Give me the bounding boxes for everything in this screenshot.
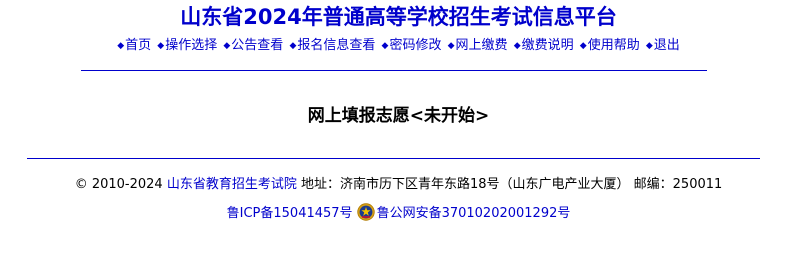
nav-registration-info[interactable]: ◆报名信息查看	[289, 38, 375, 53]
copyright-text: © 2010-2024	[74, 177, 167, 192]
diamond-bullet-icon: ◆	[381, 41, 389, 51]
nav-online-payment[interactable]: ◆网上缴费	[448, 38, 508, 53]
icp-link[interactable]: 鲁ICP备15041457号	[227, 206, 353, 221]
nav-operation-select[interactable]: ◆操作选择	[157, 38, 217, 53]
nav-announcements[interactable]: ◆公告查看	[223, 38, 283, 53]
diamond-bullet-icon: ◆	[447, 41, 455, 51]
diamond-bullet-icon: ◆	[513, 41, 521, 51]
header-divider	[81, 70, 707, 71]
top-nav: ◆首页 ◆操作选择 ◆公告查看 ◆报名信息查看 ◆密码修改 ◆网上缴费 ◆缴费说…	[0, 37, 797, 55]
nav-logout[interactable]: ◆退出	[646, 38, 680, 53]
page-title: 山东省2024年普通高等学校招生考试信息平台	[180, 5, 617, 29]
footer-divider	[27, 158, 760, 159]
diamond-bullet-icon: ◆	[645, 41, 653, 51]
police-record-link[interactable]: 鲁公网安备37010202001292号	[377, 206, 571, 221]
diamond-bullet-icon: ◆	[117, 41, 125, 51]
institution-link[interactable]: 山东省教育招生考试院	[167, 177, 297, 192]
diamond-bullet-icon: ◆	[223, 41, 231, 51]
nav-payment-info[interactable]: ◆缴费说明	[514, 38, 574, 53]
diamond-bullet-icon: ◆	[579, 41, 587, 51]
police-badge-icon	[356, 203, 375, 221]
application-status: 网上填报志愿<未开始>	[307, 106, 490, 126]
nav-home[interactable]: ◆首页	[117, 38, 151, 53]
footer-info: © 2010-2024 山东省教育招生考试院 地址：济南市历下区青年东路18号（…	[0, 175, 797, 195]
nav-help[interactable]: ◆使用帮助	[580, 38, 640, 53]
address-text: 地址：济南市历下区青年东路18号（山东广电产业大厦） 邮编：250011	[296, 177, 723, 192]
diamond-bullet-icon: ◆	[157, 41, 165, 51]
diamond-bullet-icon: ◆	[289, 41, 297, 51]
nav-change-password[interactable]: ◆密码修改	[382, 38, 442, 53]
footer-registrations: 鲁ICP备15041457号 鲁公网安备37010202001292号	[0, 203, 797, 224]
